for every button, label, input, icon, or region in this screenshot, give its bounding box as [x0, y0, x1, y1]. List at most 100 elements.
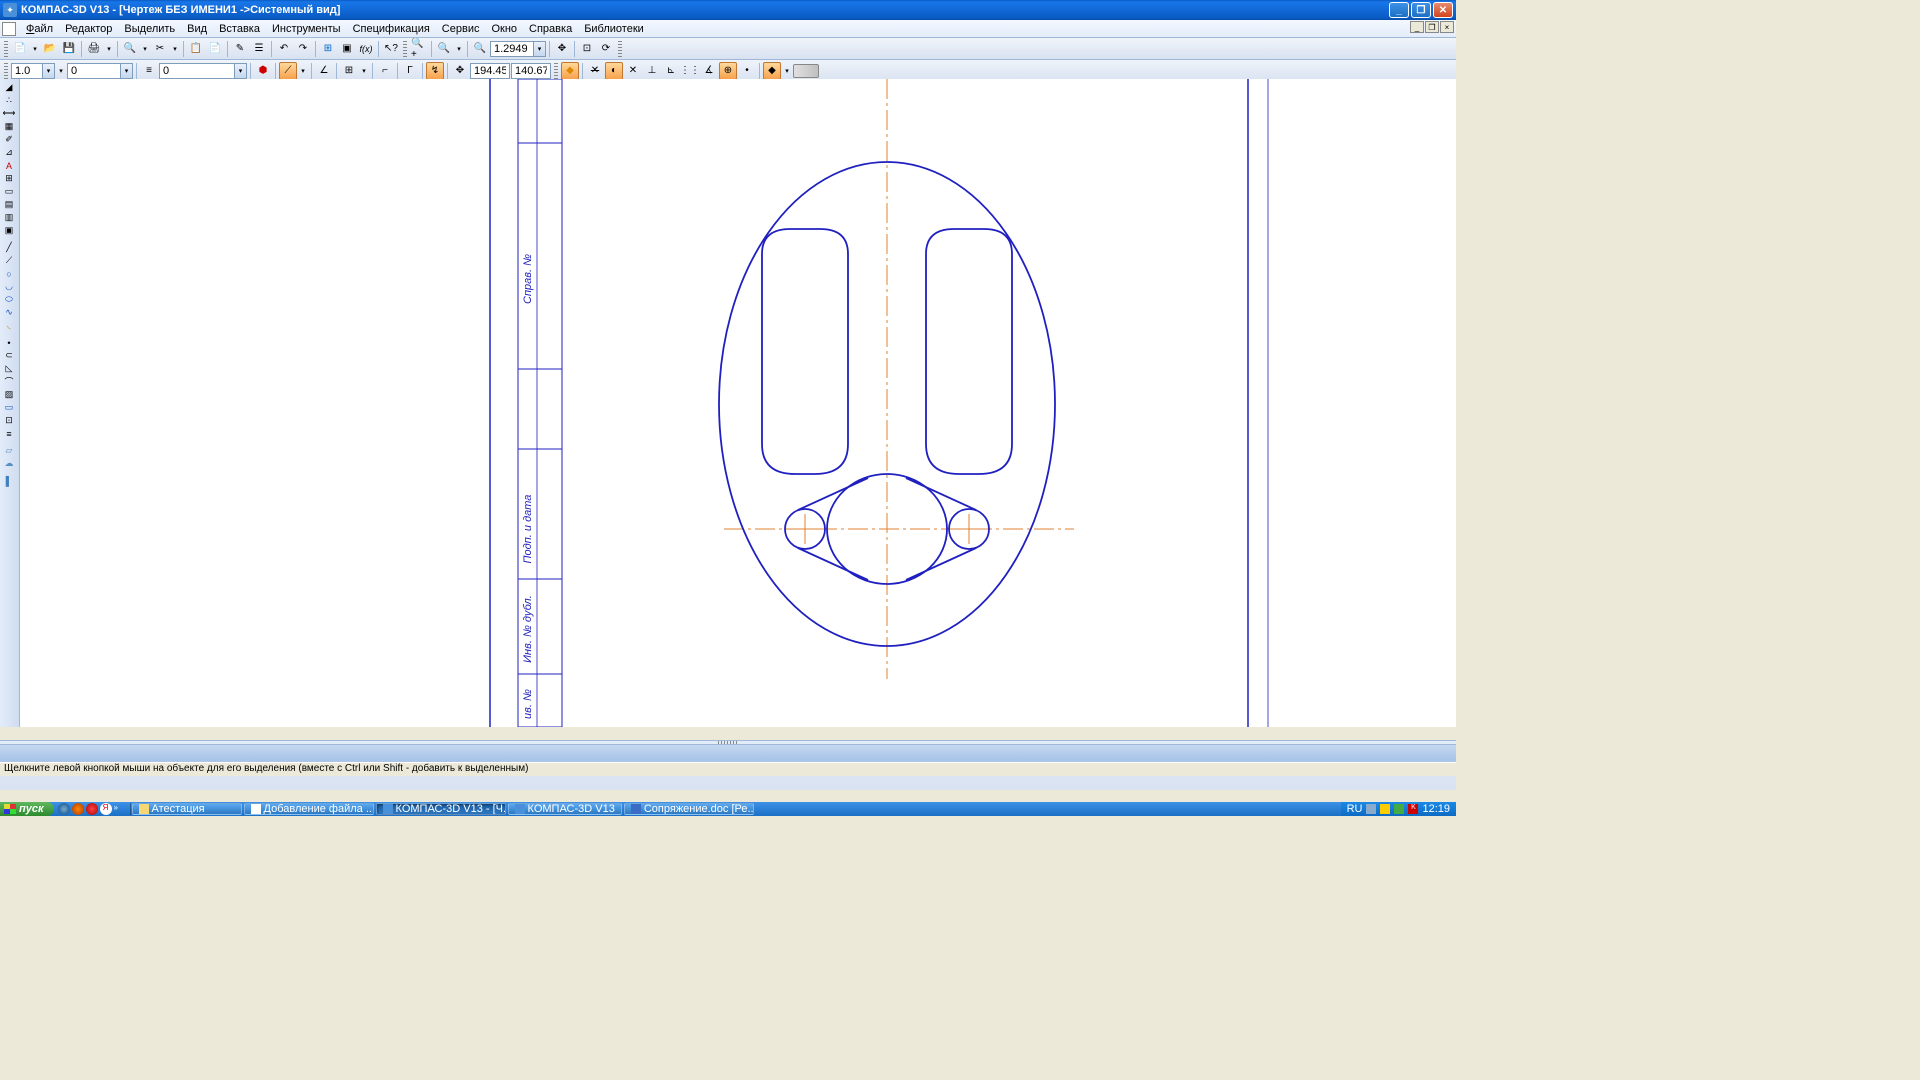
menu-tools[interactable]: Инструменты [266, 23, 347, 35]
point2-tool[interactable]: • [0, 336, 18, 349]
zoom-in-button[interactable]: 🔍+ [410, 40, 428, 58]
undo-button[interactable]: ↶ [275, 40, 293, 58]
save-button[interactable]: 💾 [60, 40, 78, 58]
line-tool[interactable]: ╱ [0, 241, 18, 254]
ortho-button[interactable]: ⌐ [376, 62, 394, 80]
task-kompas-active[interactable]: КОМПАС-3D V13 - [Ч... [376, 803, 506, 815]
ql-ff-icon[interactable] [72, 803, 84, 815]
mdi-minimize[interactable]: _ [1410, 21, 1424, 33]
zoom-dropdown[interactable]: ▾ [454, 40, 464, 58]
zoom-combo-arrow[interactable]: ▾ [534, 41, 546, 57]
pan-button[interactable]: ✥ [553, 40, 571, 58]
style-input[interactable] [67, 63, 121, 79]
lang-indicator[interactable]: RU [1347, 803, 1363, 815]
lcs-button[interactable]: ↯ [426, 62, 444, 80]
maximize-button[interactable]: ❐ [1411, 2, 1431, 18]
snap-point2-button[interactable]: • [738, 62, 756, 80]
point-tool[interactable]: ∴ [0, 94, 18, 107]
zoom-prev-button[interactable]: 🔍 [471, 40, 489, 58]
new-dropdown[interactable]: ▾ [30, 40, 40, 58]
task-word[interactable]: Сопряжение.doc [Ре... [624, 803, 754, 815]
dimension-tool[interactable]: ⟷ [0, 107, 18, 120]
rect-tool[interactable]: ▭ [0, 401, 18, 414]
mdi-restore[interactable]: ❐ [1425, 21, 1439, 33]
clock[interactable]: 12:19 [1422, 803, 1450, 815]
snap-intersect-button[interactable]: ✕ [624, 62, 642, 80]
ql-opera-icon[interactable] [86, 803, 98, 815]
ql-yandex-icon[interactable]: Я [100, 803, 112, 815]
print-button[interactable]: 🖨 [85, 40, 103, 58]
menu-view[interactable]: Вид [181, 23, 213, 35]
cloud-tool[interactable]: ☁ [0, 457, 18, 470]
ellipse-tool[interactable]: ⬭ [0, 293, 18, 306]
style-combo[interactable]: ▾ [67, 63, 133, 79]
fx-button[interactable]: f(x) [357, 40, 375, 58]
snap-point-button[interactable]: ◆ [561, 62, 579, 80]
zoom-combo[interactable]: ▾ [490, 41, 546, 57]
layer-input[interactable] [159, 63, 235, 79]
ql-more-icon[interactable]: » [114, 803, 126, 815]
menu-help[interactable]: Справка [523, 23, 578, 35]
arc-tool[interactable]: ◡ [0, 280, 18, 293]
open-button[interactable]: 📂 [41, 40, 59, 58]
circle-tool[interactable]: ○ [0, 267, 18, 280]
collect-tool[interactable]: ⊡ [0, 414, 18, 427]
aux-line-tool[interactable]: ⟋ [0, 254, 18, 267]
layer-combo[interactable]: ▾ [159, 63, 247, 79]
table-tool[interactable]: ⊞ [0, 172, 18, 185]
fit-all-button[interactable]: ⊡ [578, 40, 596, 58]
preview-dropdown[interactable]: ▾ [140, 40, 150, 58]
zoom-input[interactable] [490, 41, 534, 57]
snap-angle-button[interactable]: ∡ [700, 62, 718, 80]
snap-mid-button[interactable]: ◐ [605, 62, 623, 80]
new-button[interactable]: 📄 [11, 40, 29, 58]
style-arrow[interactable]: ▾ [121, 63, 133, 79]
snap-toggle[interactable]: ⟋ [279, 62, 297, 80]
task-kompas2[interactable]: КОМПАС-3D V13 [508, 803, 622, 815]
snap-near-button[interactable]: ✕ [586, 62, 604, 80]
refresh-button[interactable]: ⟳ [597, 40, 615, 58]
insert-tool[interactable]: ▣ [0, 224, 18, 237]
param-tool[interactable]: ⊿ [0, 146, 18, 159]
tray-kaspersky-icon[interactable]: K [1408, 804, 1418, 814]
zoom-window-button[interactable]: 🔍 [435, 40, 453, 58]
help-cursor-button[interactable]: ↖? [382, 40, 400, 58]
geometry-tool[interactable]: ◢ [0, 81, 18, 94]
menu-libs[interactable]: Библиотеки [578, 23, 650, 35]
copy-props-button[interactable]: ✎ [231, 40, 249, 58]
offset-tool[interactable]: ⊂ [0, 349, 18, 362]
slider[interactable] [793, 64, 819, 78]
plane-tool[interactable]: ▱ [0, 444, 18, 457]
linewidth-arrow[interactable]: ▾ [43, 63, 55, 79]
snap-auto-dropdown[interactable]: ▾ [782, 62, 792, 80]
print-dropdown[interactable]: ▾ [104, 40, 114, 58]
snap-center-button[interactable]: ⊕ [719, 62, 737, 80]
tray-icon-1[interactable] [1366, 804, 1376, 814]
fillet-tool[interactable]: ◟ [0, 319, 18, 332]
snap-dropdown[interactable]: ▾ [298, 62, 308, 80]
task-yandex[interactable]: Добавление файла ... [244, 803, 374, 815]
grid-button[interactable]: ⊞ [340, 62, 358, 80]
coord-y-input[interactable] [511, 63, 551, 79]
curve-tool[interactable]: ⌒ [0, 375, 18, 388]
hatch2-tool[interactable]: ▨ [0, 388, 18, 401]
cut-button[interactable]: ✂ [151, 40, 169, 58]
text-tool[interactable]: A [0, 159, 18, 172]
redo-button[interactable]: ↷ [294, 40, 312, 58]
menu-insert[interactable]: Вставка [213, 23, 266, 35]
end-tool[interactable]: ▌ [0, 474, 18, 487]
variables-button[interactable]: ▣ [338, 40, 356, 58]
library-manager-button[interactable]: ⊞ [319, 40, 337, 58]
copy-button[interactable]: 📋 [187, 40, 205, 58]
angle-snap-button[interactable]: ∠ [315, 62, 333, 80]
menu-editor[interactable]: Редактор [59, 23, 118, 35]
close-button[interactable]: ✕ [1433, 2, 1453, 18]
snap-normal-button[interactable]: ⊾ [662, 62, 680, 80]
paste-button[interactable]: 📄 [206, 40, 224, 58]
layer-icon[interactable]: ≡ [140, 62, 158, 80]
tray-icon-3[interactable] [1394, 804, 1404, 814]
minimize-button[interactable]: _ [1389, 2, 1409, 18]
chamfer-tool[interactable]: ◺ [0, 362, 18, 375]
snap-auto-button[interactable]: ◆ [763, 62, 781, 80]
menu-select[interactable]: Выделить [118, 23, 181, 35]
